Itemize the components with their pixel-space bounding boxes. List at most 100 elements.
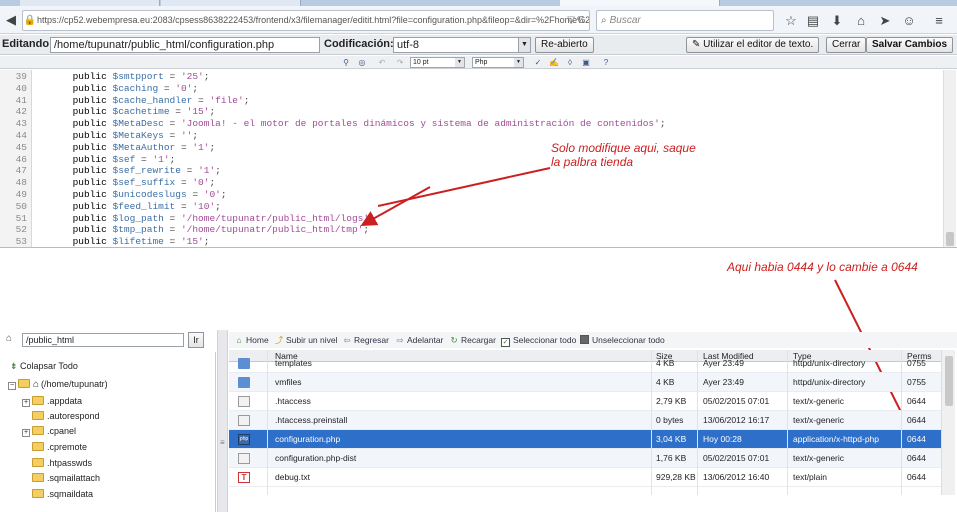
font-size-select[interactable]: 10 pt ▼: [410, 57, 465, 68]
drag-handle-icon[interactable]: ≡: [220, 438, 225, 447]
code-line[interactable]: 50 public $feed_limit = '10';: [0, 201, 940, 213]
code-line[interactable]: 45 public $MetaAuthor = '1';: [0, 142, 940, 154]
code-line[interactable]: 44 public $MetaKeys = '';: [0, 130, 940, 142]
tree-root[interactable]: − ⌂ (/home/tupunatr): [8, 377, 108, 392]
undo-icon[interactable]: ↶: [376, 57, 388, 68]
syntax-select[interactable]: Php ▼: [472, 57, 524, 68]
send-icon[interactable]: ➤: [876, 12, 894, 30]
bookmark-star-icon[interactable]: ☆: [782, 12, 800, 30]
code-line[interactable]: 49 public $unicodeslugs = '0';: [0, 189, 940, 201]
code-line[interactable]: 43 public $MetaDesc = 'Joomla! - el moto…: [0, 118, 940, 130]
tree-item[interactable]: .sqmaildata: [32, 487, 93, 502]
tree-item[interactable]: .htpasswds: [32, 456, 92, 471]
tree-item[interactable]: + .appdata: [22, 394, 82, 409]
fm-path-input[interactable]: /public_html: [22, 333, 184, 347]
code-line[interactable]: 47 public $sef_rewrite = '1';: [0, 165, 940, 177]
code-line[interactable]: 46 public $sef = '1';: [0, 154, 940, 166]
code-keyword: public: [72, 200, 107, 212]
code-operator: =: [175, 177, 193, 189]
home-icon[interactable]: ⌂: [852, 12, 870, 30]
forward-button[interactable]: ⇨ Adelantar: [395, 332, 443, 348]
search-input[interactable]: ⌕ Buscar: [596, 10, 774, 31]
home-icon: ⌂: [236, 335, 242, 345]
code-semicolon: ;: [192, 82, 199, 94]
text-editor-button[interactable]: ✎ Utilizar el editor de texto.: [686, 37, 820, 53]
file-row[interactable]: .htaccess.preinstall 0 bytes 13/06/2012 16…: [229, 411, 941, 430]
home-button[interactable]: ⌂ Home: [234, 332, 268, 348]
expand-toggle-icon[interactable]: +: [22, 429, 30, 437]
collapse-all-link[interactable]: ⇟ Colapsar Todo: [10, 359, 78, 374]
code-line[interactable]: 41 public $cache_handler = 'file';: [0, 95, 940, 107]
tree-item[interactable]: + .cpanel: [22, 424, 76, 439]
tree-item-label: .sqmailattach: [47, 473, 101, 483]
back-button[interactable]: ⇦ Regresar: [342, 332, 389, 348]
search-replace-icon[interactable]: ⚲: [340, 57, 352, 68]
collapse-toggle-icon[interactable]: −: [8, 382, 16, 390]
close-button[interactable]: Cerrar: [826, 37, 867, 53]
file-perms: 0644: [907, 415, 926, 425]
code-line[interactable]: 51 public $log_path = '/home/tupunatr/pu…: [0, 213, 940, 225]
code-line[interactable]: 42 public $cachetime = '15';: [0, 106, 940, 118]
text-editor-label: Utilizar el editor de texto.: [703, 39, 814, 50]
help-icon[interactable]: ?: [600, 57, 612, 68]
url-controls[interactable]: ▽ C: [567, 11, 585, 30]
file-row[interactable]: vmfiles 4 KB Ayer 23:49 httpd/unix-director…: [229, 373, 941, 392]
tree-item[interactable]: .autorespond: [32, 409, 100, 424]
select-all-label: Seleccionar todo: [513, 335, 577, 345]
save-button[interactable]: Salvar Cambios: [866, 37, 954, 53]
code-operator: =: [158, 82, 176, 94]
menu-icon[interactable]: ≡: [930, 12, 948, 30]
code-value: '15': [180, 236, 204, 248]
code-line[interactable]: 39 public $smtpport = '25';: [0, 71, 940, 83]
code-editor[interactable]: 39 public $smtpport = '25'; 40 public $ca…: [0, 70, 957, 248]
code-semicolon: ;: [369, 212, 375, 224]
editor-scrollbar[interactable]: [943, 70, 956, 247]
chat-icon[interactable]: ☺: [900, 12, 918, 30]
download-icon[interactable]: ⬇: [828, 12, 846, 30]
go-button[interactable]: Ir: [188, 332, 204, 348]
file-row[interactable]: Tdebug.txt 929,28 KB 13/06/2012 16:40 text/…: [229, 468, 941, 487]
code-line[interactable]: 48 public $sef_suffix = '0';: [0, 177, 940, 189]
folder-icon: [238, 377, 250, 388]
scrollbar-thumb[interactable]: [946, 232, 954, 246]
code-keyword: public: [72, 224, 107, 236]
select-all-button[interactable]: ✓ Seleccionar todo: [501, 332, 576, 348]
encoding-select[interactable]: utf-8 ▼: [393, 37, 531, 53]
code-line[interactable]: 53 public $lifetime = '15';: [0, 236, 940, 248]
fullscreen-icon[interactable]: ▣: [580, 57, 592, 68]
file-row[interactable]: .htaccess 2,79 KB 05/02/2015 07:01 text/x-g…: [229, 392, 941, 411]
code-line[interactable]: 52 public $tmp_path = '/home/tupunatr/pu…: [0, 224, 940, 236]
reopen-button[interactable]: Re-abierto: [535, 37, 594, 53]
code-operator: =: [163, 224, 181, 236]
home-icon: ⌂: [33, 379, 40, 390]
tree-item[interactable]: .cpremote: [32, 440, 87, 455]
brush-icon[interactable]: ✍: [548, 57, 560, 68]
tree-item[interactable]: .sqmailattach: [32, 471, 100, 486]
code-line[interactable]: 40 public $caching = '0';: [0, 83, 940, 95]
file-row[interactable]: templates 4 KB Ayer 23:49 httpd/unix-direct…: [229, 354, 941, 373]
file-path-field[interactable]: /home/tupunatr/public_html/configuration…: [50, 37, 320, 53]
code-keyword: public: [72, 82, 107, 94]
file-table-scrollbar[interactable]: [941, 350, 955, 495]
url-bar[interactable]: 🔒https://cp52.webempresa.eu:2083/cpsess8…: [22, 10, 590, 31]
expand-toggle-icon[interactable]: +: [22, 399, 30, 407]
forward-label: Adelantar: [407, 335, 444, 345]
file-size: 929,28 KB: [656, 472, 696, 482]
goto-line-icon[interactable]: ◎: [356, 57, 368, 68]
reading-list-icon[interactable]: ▤: [804, 12, 822, 30]
back-arrow-icon[interactable]: ◀: [1, 10, 21, 30]
pane-splitter[interactable]: ≡: [217, 330, 228, 512]
tree-item-label: .autorespond: [47, 411, 100, 421]
file-row[interactable]: configuration.php-dist 1,76 KB 05/02/2015 …: [229, 449, 941, 468]
file-perms: 0644: [907, 434, 926, 444]
line-number: 42: [15, 106, 27, 118]
eraser-icon[interactable]: ◊: [564, 57, 576, 68]
file-row-selected[interactable]: php configuration.php 3,04 KB Hoy 00:28 appl…: [229, 430, 941, 449]
up-level-button[interactable]: ⤴ Subir un nivel: [274, 332, 338, 348]
reload-button[interactable]: ↻ Recargar: [449, 332, 496, 348]
highlight-icon[interactable]: ✓: [532, 57, 544, 68]
code-keyword: public: [72, 189, 107, 200]
scrollbar-thumb[interactable]: [945, 356, 953, 406]
redo-icon[interactable]: ↷: [394, 57, 406, 68]
deselect-all-button[interactable]: Unseleccionar todo: [580, 332, 665, 348]
